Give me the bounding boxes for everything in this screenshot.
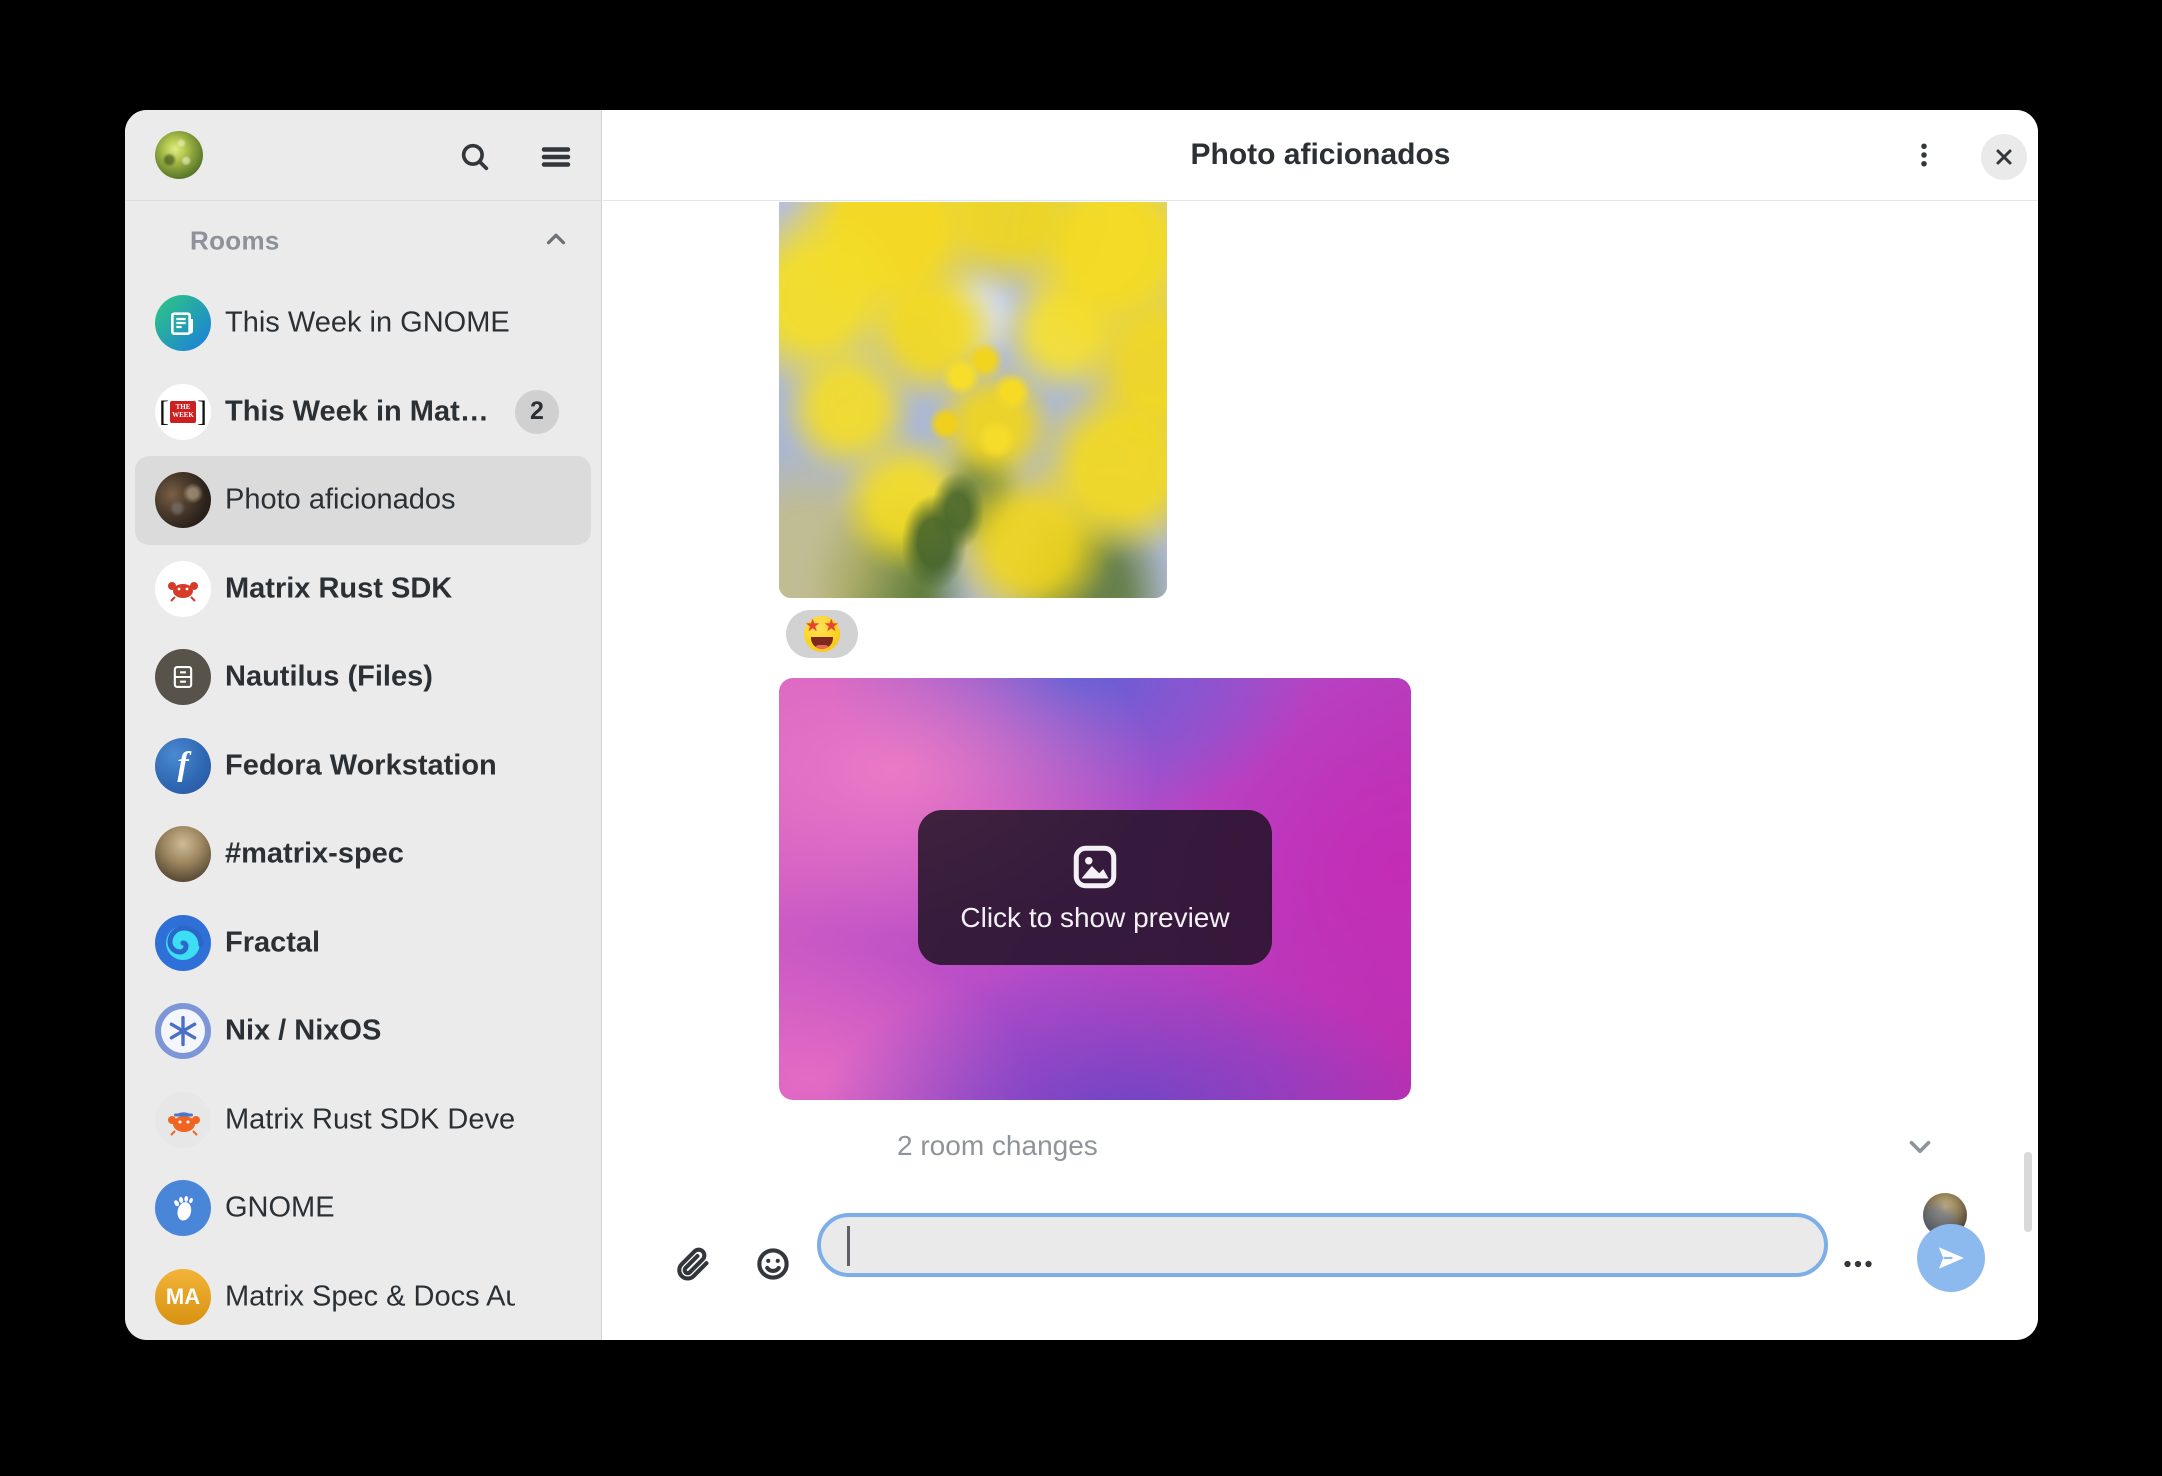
show-preview-label: Click to show preview [960, 902, 1229, 934]
room-row-nautilus[interactable]: Nautilus (Files) [135, 633, 591, 722]
main-menu-button[interactable] [528, 129, 584, 185]
room-label: Nautilus (Files) [225, 661, 433, 694]
close-icon [1992, 145, 2016, 169]
show-preview-button[interactable]: Click to show preview [918, 810, 1272, 965]
collapsed-room-changes: 2 room changes [603, 1118, 2038, 1174]
collapse-rooms-button[interactable] [528, 211, 584, 267]
room-label: Nix / NixOS [225, 1015, 381, 1048]
fractal-window: Rooms This Week in GNOME [125, 110, 2038, 1340]
room-avatar-the-week-logo: [THEWEEK] [155, 384, 211, 440]
room-title: Photo aficionados [603, 138, 2038, 172]
avatar-initials-text: MA [166, 1284, 200, 1310]
room-label: Fedora Workstation [225, 749, 497, 782]
room-row-matrix-spec-docs[interactable]: MA Matrix Spec & Docs Au… [135, 1253, 591, 1341]
room-label: Matrix Spec & Docs Au… [225, 1280, 515, 1313]
room-label: Matrix Rust SDK Devel… [225, 1103, 515, 1136]
user-avatar[interactable] [155, 131, 203, 179]
room-row-nix-nixos[interactable]: Nix / NixOS [135, 987, 591, 1076]
room-label: GNOME [225, 1192, 335, 1225]
room-row-matrix-rust-sdk[interactable]: Matrix Rust SDK [135, 545, 591, 634]
rooms-section-header: Rooms [125, 201, 601, 280]
image-message-mimosa-flowers[interactable] [779, 202, 1167, 598]
room-avatar-file-cabinet-icon [155, 649, 211, 705]
room-avatar-nix-snowflake-logo [155, 1003, 211, 1059]
send-icon [1934, 1241, 1968, 1275]
kebab-menu-icon [1909, 140, 1939, 170]
message-input[interactable] [845, 1221, 1789, 1271]
room-row-fractal[interactable]: Fractal [135, 899, 591, 988]
sidebar-header [125, 110, 601, 201]
room-avatar-fedora-logo: f [155, 738, 211, 794]
search-button[interactable] [447, 129, 503, 185]
chevron-up-icon [541, 224, 571, 254]
reaction-pill[interactable]: ★★ [786, 610, 858, 658]
room-row-fedora-workstation[interactable]: f Fedora Workstation [135, 722, 591, 811]
room-list: This Week in GNOME [THEWEEK] This Week i… [125, 279, 601, 1340]
message-input-field[interactable] [817, 1213, 1828, 1277]
search-icon [458, 140, 492, 174]
room-row-this-week-in-matrix[interactable]: [THEWEEK] This Week in Mat… 2 [135, 368, 591, 457]
smiley-icon [754, 1245, 792, 1283]
room-row-this-week-in-gnome[interactable]: This Week in GNOME [135, 279, 591, 368]
expand-room-changes-button[interactable] [1897, 1124, 1943, 1170]
image-placeholder-icon [1070, 842, 1120, 892]
room-avatar-initials: MA [155, 1269, 211, 1325]
room-row-matrix-rust-sdk-devel[interactable]: Matrix Rust SDK Devel… [135, 1076, 591, 1165]
room-label: Photo aficionados [225, 484, 456, 517]
room-avatar-crab-icon [155, 561, 211, 617]
hamburger-icon [538, 139, 574, 175]
room-avatar-fractal-swirl-logo [155, 915, 211, 971]
room-row-gnome[interactable]: GNOME [135, 1164, 591, 1253]
sidebar: Rooms This Week in GNOME [125, 110, 602, 1340]
room-avatar-crab-with-hat-icon [155, 1092, 211, 1148]
room-label: #matrix-spec [225, 838, 404, 871]
send-message-button[interactable] [1917, 1224, 1985, 1292]
room-menu-button[interactable] [1896, 127, 1952, 183]
room-changes-label: 2 room changes [897, 1130, 1098, 1162]
chat-pane: Photo aficionados ★★ [603, 110, 2038, 1340]
star-struck-emoji-icon: ★★ [804, 616, 840, 652]
message-composer [603, 1200, 2038, 1340]
chat-header: Photo aficionados [603, 110, 2038, 201]
rooms-section-label: Rooms [190, 225, 280, 256]
room-row-photo-aficionados[interactable]: Photo aficionados [135, 456, 591, 545]
emoji-picker-button[interactable] [745, 1236, 801, 1292]
room-avatar-painting-portrait [155, 826, 211, 882]
room-row-matrix-spec[interactable]: #matrix-spec [135, 810, 591, 899]
unread-count-badge: 2 [515, 390, 559, 434]
room-label: This Week in Mat… [225, 395, 489, 428]
attach-file-button[interactable] [665, 1236, 721, 1292]
room-avatar-gnome-foot-logo [155, 1180, 211, 1236]
close-window-button[interactable] [1981, 134, 2027, 180]
ellipsis-icon [1840, 1246, 1876, 1282]
room-label: Fractal [225, 926, 320, 959]
room-label: This Week in GNOME [225, 307, 510, 340]
image-content-detail [779, 202, 1167, 598]
paperclip-icon [674, 1245, 712, 1283]
room-label: Matrix Rust SDK [225, 572, 452, 605]
text-caret [847, 1226, 850, 1266]
more-options-button[interactable] [1830, 1236, 1886, 1292]
chevron-down-icon [1903, 1130, 1937, 1164]
room-avatar-newspaper-icon [155, 295, 211, 351]
blurred-image-message[interactable]: Click to show preview [779, 678, 1411, 1100]
room-avatar-vintage-camera [155, 472, 211, 528]
